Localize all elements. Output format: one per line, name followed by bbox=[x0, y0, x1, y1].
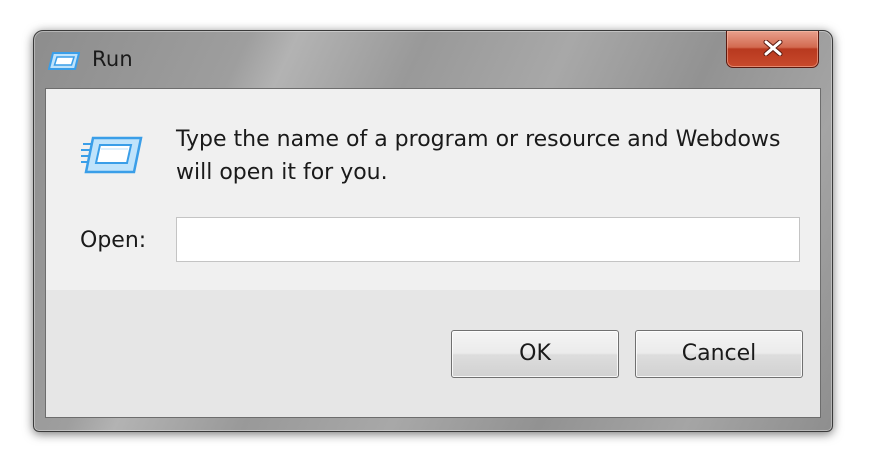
window-title: Run bbox=[92, 47, 133, 71]
close-icon bbox=[763, 40, 783, 56]
run-icon bbox=[47, 51, 81, 71]
run-icon bbox=[81, 135, 143, 175]
dialog-message: Type the name of a program or resource a… bbox=[176, 127, 781, 185]
close-button[interactable] bbox=[726, 31, 819, 68]
cancel-button[interactable]: Cancel bbox=[635, 330, 803, 378]
open-label: Open: bbox=[80, 228, 147, 253]
run-dialog-window: Run Type the name of a program or resour… bbox=[33, 30, 833, 432]
dialog-body: Type the name of a program or resource a… bbox=[45, 88, 821, 418]
title-bar[interactable]: Run bbox=[34, 31, 832, 87]
open-input[interactable] bbox=[176, 217, 800, 262]
dialog-content-area: Type the name of a program or resource a… bbox=[46, 89, 820, 290]
ok-button[interactable]: OK bbox=[451, 330, 619, 378]
